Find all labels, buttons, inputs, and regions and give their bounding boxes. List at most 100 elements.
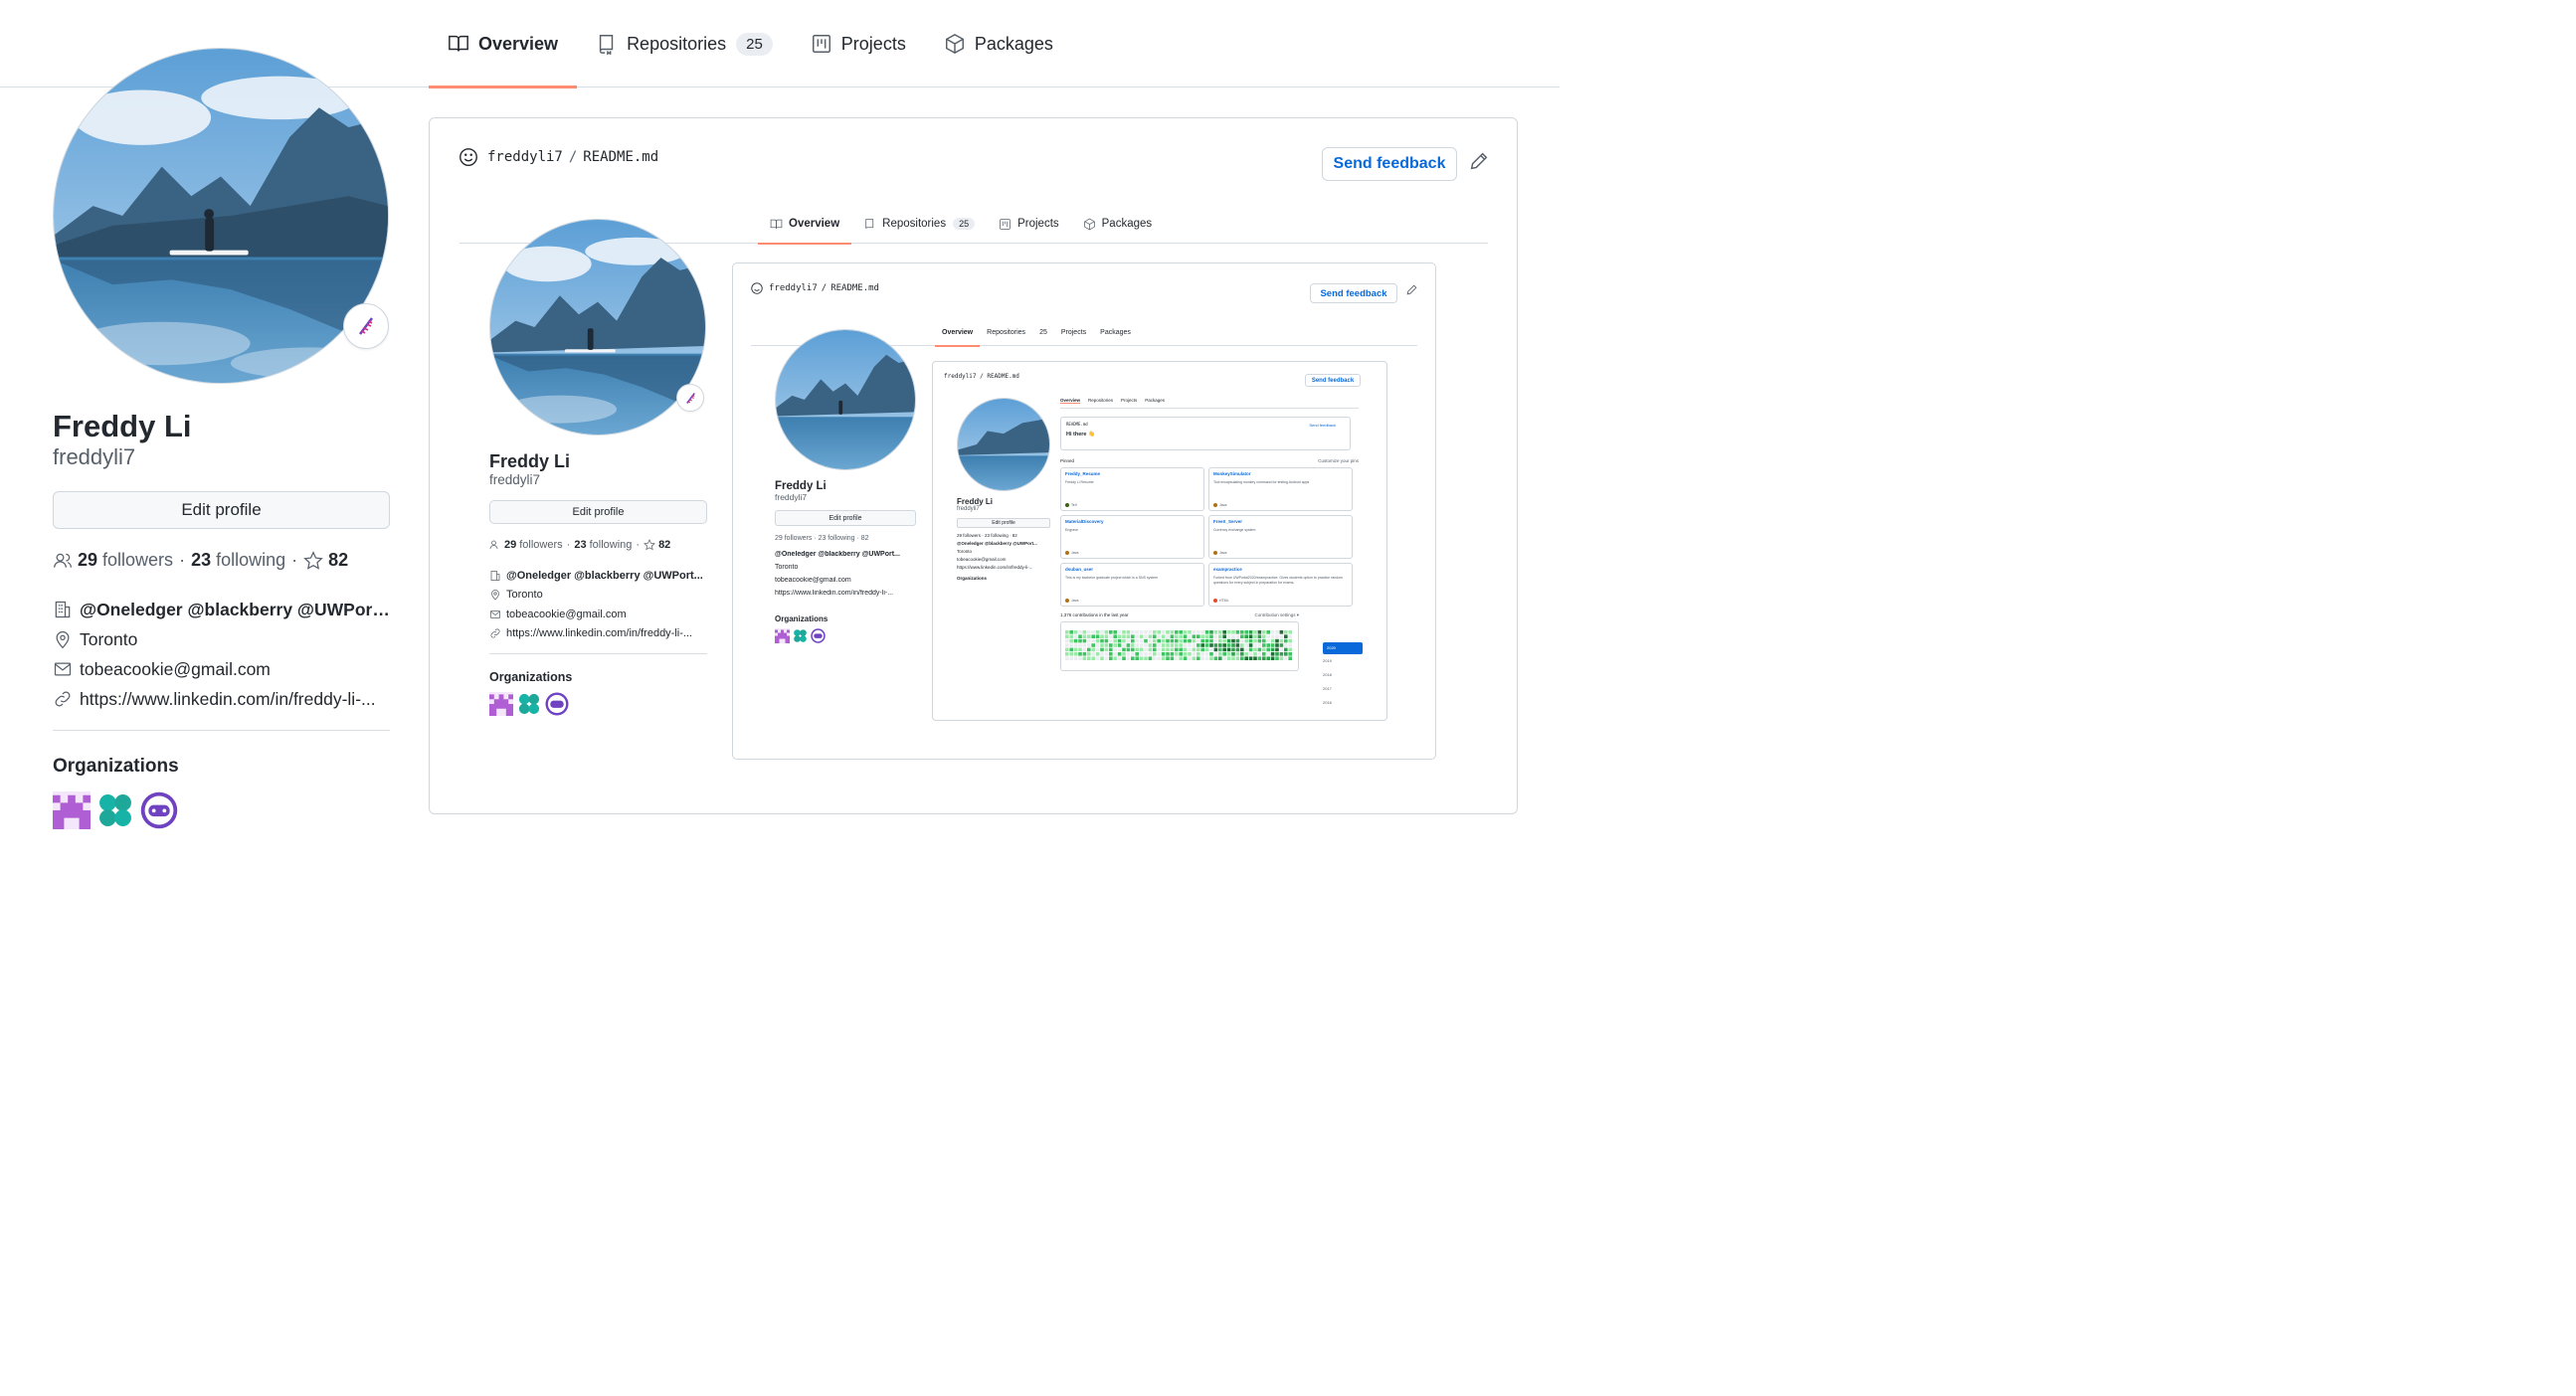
readme-image-email: tobeacookie@gmail.com (506, 608, 627, 620)
level3-avatar-container (775, 329, 916, 470)
contribution-cell (1240, 652, 1244, 656)
tab-packages[interactable]: Packages (925, 0, 1072, 87)
readme-image-slash: / (821, 283, 828, 293)
contribution-cell (1139, 634, 1144, 638)
readme-image-separator-2: · (636, 539, 641, 551)
pinned-repo-card: MaterialDiscovery Engrave Java (1060, 515, 1204, 559)
level4-readme-card: README.md Hi there 👋 Send feedback (1060, 417, 1351, 450)
contribution-cell (1204, 634, 1209, 638)
contribution-cell (1175, 656, 1179, 660)
level3-send-feedback: Send feedback (1305, 374, 1361, 387)
send-feedback-button[interactable]: Send feedback (1322, 147, 1457, 181)
contribution-cell (1117, 647, 1122, 652)
contribution-cell (1183, 643, 1188, 647)
profile-name: Freddy Li (53, 409, 192, 443)
tab-repositories[interactable]: Repositories 25 (577, 0, 792, 87)
contribution-cell (1069, 634, 1073, 638)
contribution-cell (1157, 630, 1161, 634)
contribution-cell (1122, 652, 1126, 656)
readme-image-followers-count: 29 (504, 539, 517, 551)
contribution-cell (1270, 638, 1275, 643)
pinned-repo-card: FreeX_Server Currency exchange system Java (1208, 515, 1353, 559)
contribution-cell (1069, 647, 1073, 652)
profile-readme-card: freddyli7 / README.md Send feedback Over… (429, 117, 1518, 814)
status-emoji-button[interactable] (343, 303, 389, 349)
tab-overview[interactable]: Overview (429, 0, 578, 88)
level4-website: https://www.linkedin.com/in/freddy-li-..… (957, 565, 1033, 570)
contribution-cell (1222, 643, 1226, 647)
org-pixel-logo (489, 692, 513, 716)
contribution-cell (1153, 634, 1157, 638)
language-color-dot (1213, 599, 1217, 603)
contribution-cell (1087, 638, 1091, 643)
contribution-cell (1288, 638, 1292, 643)
contribution-cell (1183, 656, 1188, 660)
contribution-cell (1192, 656, 1196, 660)
email-link[interactable]: tobeacookie@gmail.com (80, 659, 271, 680)
contribution-cell (1209, 647, 1213, 652)
contribution-cell (1188, 638, 1192, 643)
avatar-lake-image (490, 220, 705, 435)
contribution-cell (1279, 656, 1284, 660)
level4-main: Overview Repositories Projects Packages … (1060, 398, 1359, 671)
contribution-cell (1117, 634, 1122, 638)
website-row: https://www.linkedin.com/in/freddy-li-..… (53, 684, 391, 714)
contribution-cell (1135, 630, 1139, 634)
contribution-cell (1235, 643, 1240, 647)
contribution-cell (1204, 652, 1209, 656)
contribution-cell (1183, 634, 1188, 638)
contribution-cell (1170, 652, 1175, 656)
website-link[interactable]: https://www.linkedin.com/in/freddy-li-..… (80, 689, 376, 710)
contribution-cell (1270, 656, 1275, 660)
tab-projects[interactable]: Projects (792, 0, 925, 87)
pinned-repo-card: exampractice Forked from UWPortal2020/exa… (1208, 563, 1353, 607)
readme-path-slash: / (568, 149, 578, 165)
level4-tab-repositories: Repositories (1088, 398, 1114, 403)
contribution-cell (1209, 634, 1213, 638)
readme-file-link[interactable]: README.md (583, 149, 658, 165)
contribution-cell (1148, 652, 1153, 656)
readme-image-orgs (489, 692, 708, 716)
company-text[interactable]: @Oneledger @blackberry @UWPort... (80, 600, 391, 620)
following-link[interactable]: 23 following (191, 550, 285, 571)
contribution-cell (1218, 647, 1222, 652)
language-color-dot (1065, 551, 1069, 555)
contribution-cell (1139, 638, 1144, 643)
avatar[interactable] (53, 48, 389, 384)
contribution-cell (1109, 643, 1113, 647)
contribution-cell (1200, 638, 1204, 643)
location-pin-icon (491, 590, 499, 601)
contribution-cell (1275, 634, 1279, 638)
contribution-cell (1069, 630, 1073, 634)
contribution-cell (1073, 652, 1078, 656)
contribution-cell (1279, 638, 1284, 643)
stars-link[interactable]: 82 (303, 550, 353, 571)
contribution-cell (1135, 643, 1139, 647)
contribution-cell (1213, 643, 1218, 647)
stars-count: 82 (328, 550, 349, 570)
contribution-cell (1139, 643, 1144, 647)
contribution-cell (1153, 647, 1157, 652)
level3-tab-packages: Packages (1100, 329, 1131, 336)
contribution-cell (1204, 647, 1209, 652)
contribution-cell (1161, 634, 1166, 638)
organization-icon (490, 570, 500, 581)
followers-link[interactable]: 29 followers (78, 550, 173, 571)
org-teal-logo[interactable] (96, 791, 134, 829)
level4-contrib-header: 1,376 contributions in the last year Con… (1060, 612, 1359, 618)
contribution-cell (1113, 634, 1117, 638)
readme-owner-link[interactable]: freddyli7 (487, 149, 563, 165)
level4-readme-file: README.md (1066, 422, 1088, 427)
avatar-lake-image (54, 49, 388, 383)
org-gamepad-logo[interactable] (140, 791, 178, 829)
edit-profile-button[interactable]: Edit profile (53, 491, 390, 529)
org-pixel-logo[interactable] (53, 791, 91, 829)
contribution-cell (1065, 634, 1069, 638)
contribution-cell (1266, 652, 1270, 656)
edit-readme-button[interactable] (1468, 150, 1490, 172)
contribution-cell (1196, 630, 1200, 634)
pinned-repo-card: dsuban_user This is my bachelor graduate … (1060, 563, 1204, 607)
contribution-cell (1073, 647, 1078, 652)
level3-orgs-heading: Organizations (775, 614, 828, 623)
contribution-cell (1192, 647, 1196, 652)
